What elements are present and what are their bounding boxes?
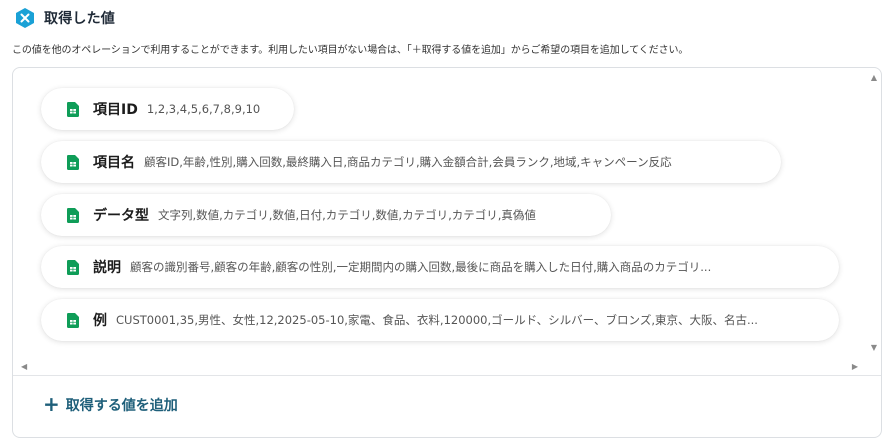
value-chip-key: 項目名 [93, 155, 135, 171]
value-chip-value: 文字列,数値,カテゴリ,数値,日付,カテゴリ,数値,カテゴリ,カテゴリ,真偽値 [158, 208, 536, 222]
value-chip-value: 1,2,3,4,5,6,7,8,9,10 [146, 102, 261, 116]
scroll-right-arrow-icon[interactable]: ▶ [852, 363, 858, 371]
section-title: 取得した値 [44, 11, 115, 27]
value-chip-key: 例 [93, 313, 107, 329]
x-hexagon-icon [16, 8, 34, 28]
value-chip-example[interactable]: 例 CUST0001,35,男性、女性,12,2025-05-10,家電、食品、… [41, 299, 839, 341]
value-chip-value: 顧客の識別番号,顧客の年齢,顧客の性別,一定期間内の購入回数,最後に商品を購入し… [130, 260, 712, 274]
header: 取得した値 [14, 7, 115, 29]
value-chip-description[interactable]: 説明 顧客の識別番号,顧客の年齢,顧客の性別,一定期間内の購入回数,最後に商品を… [41, 246, 839, 288]
value-chip-item-name[interactable]: 項目名 顧客ID,年齢,性別,購入回数,最終購入日,商品カテゴリ,購入金額合計,… [41, 141, 781, 183]
plus-icon: + [43, 392, 60, 416]
section-description: この値を他のオペレーションで利用することができます。利用したい項目がない場合は、… [12, 45, 689, 56]
value-chip-value: 顧客ID,年齢,性別,購入回数,最終購入日,商品カテゴリ,購入金額合計,会員ラン… [144, 155, 672, 169]
value-chip-key: データ型 [93, 208, 149, 224]
google-sheets-icon [67, 154, 79, 170]
add-value-button[interactable]: + 取得する値を追加 [43, 394, 178, 416]
value-chip-value: CUST0001,35,男性、女性,12,2025-05-10,家電、食品、衣料… [116, 313, 758, 327]
value-chip-item-id[interactable]: 項目ID 1,2,3,4,5,6,7,8,9,10 [41, 88, 294, 130]
google-sheets-icon [67, 259, 79, 275]
value-chip-data-type[interactable]: データ型 文字列,数値,カテゴリ,数値,日付,カテゴリ,数値,カテゴリ,カテゴリ… [41, 194, 611, 236]
google-sheets-icon [67, 207, 79, 223]
scroll-left-arrow-icon[interactable]: ◀ [21, 363, 27, 371]
values-panel: 項目ID 1,2,3,4,5,6,7,8,9,10 項目名 顧客ID,年齢,性別… [12, 67, 882, 438]
google-sheets-icon [67, 101, 79, 117]
value-chip-key: 項目ID [93, 102, 138, 118]
google-sheets-icon [67, 312, 79, 328]
values-scroll-area[interactable]: 項目ID 1,2,3,4,5,6,7,8,9,10 項目名 顧客ID,年齢,性別… [13, 68, 881, 376]
add-value-label: 取得する値を追加 [65, 398, 178, 414]
scroll-up-arrow-icon[interactable]: ▲ [871, 74, 877, 82]
value-chip-key: 説明 [93, 260, 121, 276]
scroll-down-arrow-icon[interactable]: ▼ [871, 344, 877, 352]
